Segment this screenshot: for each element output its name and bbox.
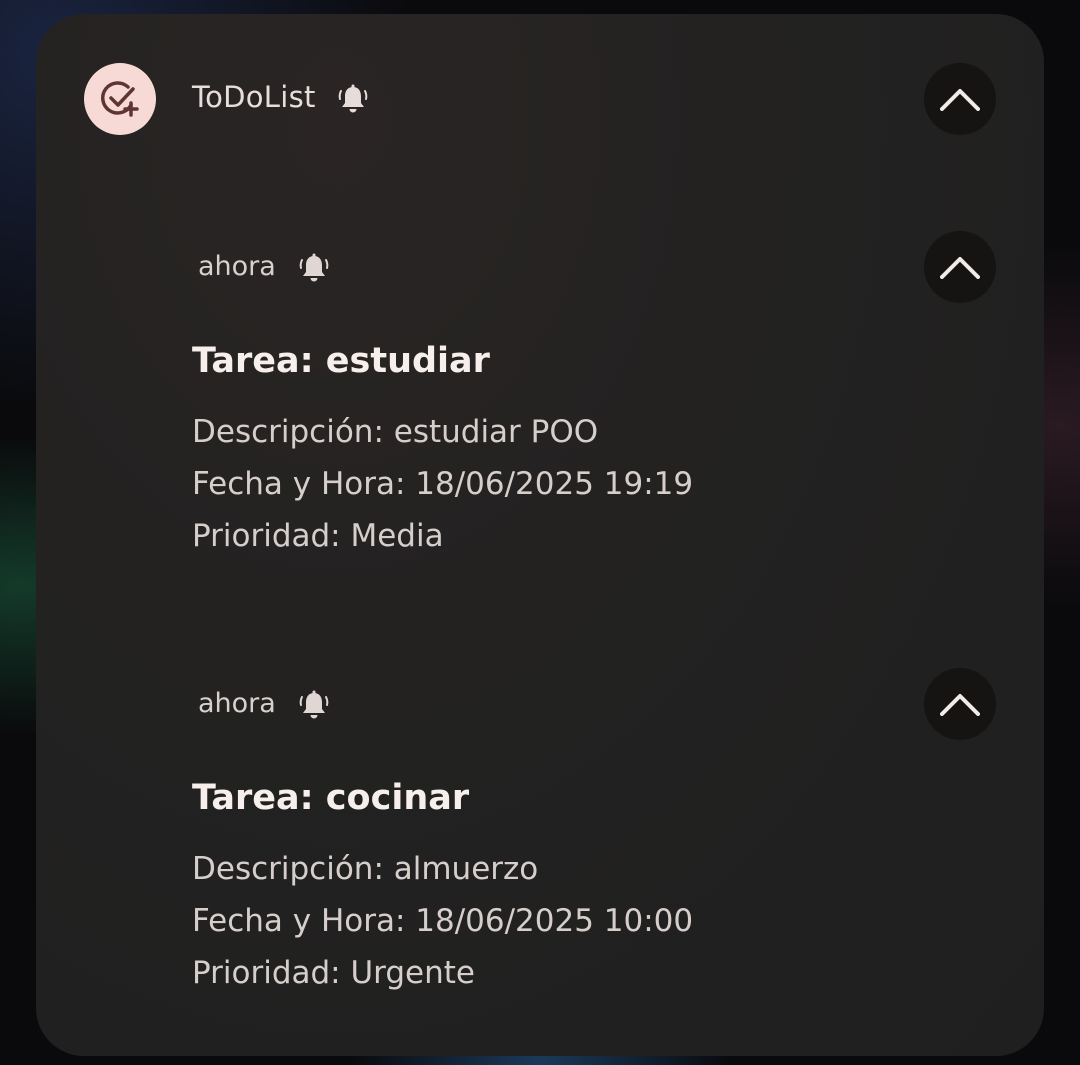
notification-description: Descripción: almuerzo xyxy=(192,851,539,887)
collapse-group-button[interactable] xyxy=(924,63,996,135)
notification-time: ahora xyxy=(198,251,276,282)
notification-datetime: Fecha y Hora: 18/06/2025 19:19 xyxy=(192,466,694,502)
alarm-bell-icon xyxy=(299,253,329,282)
alarm-bell-icon xyxy=(299,690,329,719)
notification-title: Tarea: estudiar xyxy=(192,341,490,381)
notification-title: Tarea: cocinar xyxy=(192,778,470,818)
todolist-app-icon xyxy=(84,63,156,135)
collapse-notification-button[interactable] xyxy=(924,231,996,303)
notification-priority: Prioridad: Media xyxy=(192,518,444,554)
chevron-up-icon xyxy=(940,257,980,279)
chevron-up-icon xyxy=(940,694,980,716)
notification-datetime: Fecha y Hora: 18/06/2025 10:00 xyxy=(192,903,694,939)
notification-description: Descripción: estudiar POO xyxy=(192,414,599,450)
app-name: ToDoList xyxy=(192,80,316,114)
chevron-up-icon xyxy=(940,89,980,111)
collapse-notification-button[interactable] xyxy=(924,668,996,740)
notification-time: ahora xyxy=(198,688,276,719)
notification-group-panel[interactable]: ToDoList ahora Tarea: estudiar Descripci… xyxy=(36,14,1044,1056)
alarm-bell-icon xyxy=(338,84,368,113)
task-check-add-icon xyxy=(101,81,139,117)
notification-priority: Prioridad: Urgente xyxy=(192,955,475,991)
